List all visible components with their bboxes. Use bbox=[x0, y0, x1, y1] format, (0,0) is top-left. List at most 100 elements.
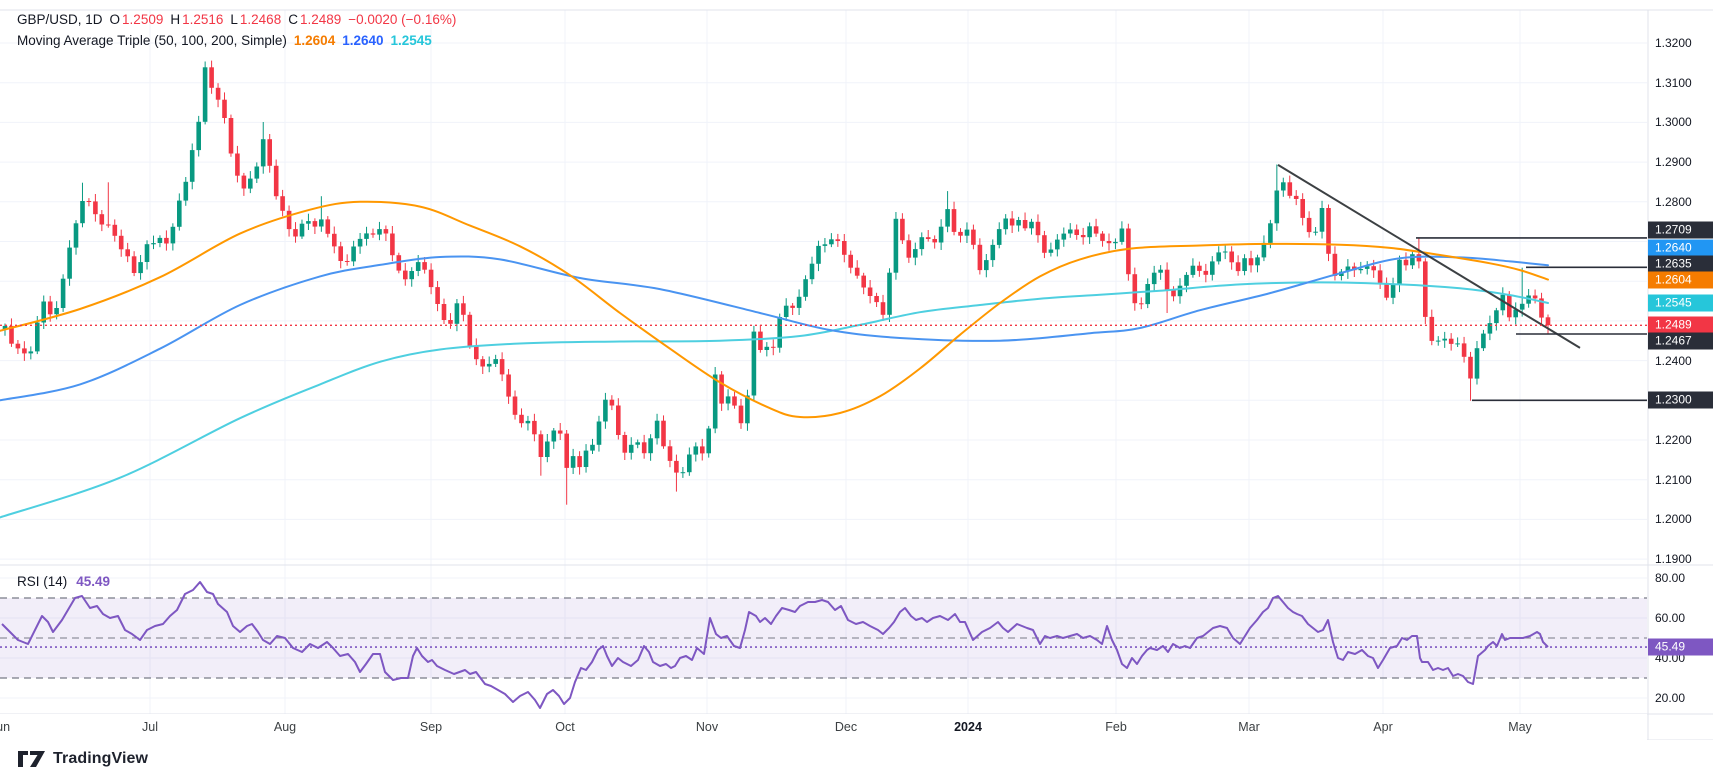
rsi-tick-label: 20.00 bbox=[1655, 691, 1686, 705]
candle-up bbox=[151, 243, 156, 245]
candle-up bbox=[1435, 340, 1441, 342]
candle-up bbox=[964, 229, 970, 236]
candle-up bbox=[202, 67, 208, 122]
month-label: 2024 bbox=[954, 720, 982, 734]
symbol-legend-row[interactable]: GBP/USD, 1D O 1.2509 H 1.2516 L 1.2468 C 1.2… bbox=[17, 12, 456, 33]
candle-up bbox=[35, 322, 40, 352]
rsi-legend-row[interactable]: RSI (14) 45.49 bbox=[17, 574, 110, 589]
candle-up bbox=[54, 308, 59, 315]
candle-down bbox=[1080, 235, 1086, 238]
candle-down bbox=[1545, 317, 1551, 326]
candle-up bbox=[1442, 338, 1447, 341]
ohlc-close: C 1.2489 bbox=[288, 12, 342, 27]
candle-down bbox=[564, 433, 569, 468]
candle-down bbox=[22, 348, 27, 354]
candle-down bbox=[1235, 262, 1241, 272]
candle-down bbox=[1248, 258, 1254, 266]
candle-up bbox=[680, 472, 686, 474]
candle-down bbox=[403, 270, 408, 280]
month-label: Feb bbox=[1105, 720, 1127, 734]
price-axis[interactable]: 1.3200 1.3100 1.3000 1.2900 1.2800 1.2400 1.22… bbox=[1648, 0, 1713, 740]
candle-up bbox=[628, 444, 634, 453]
tradingview-logo-icon[interactable] bbox=[17, 750, 46, 768]
price-tick-label: 1.1900 bbox=[1655, 552, 1692, 566]
candle-up bbox=[364, 233, 369, 239]
candle-down bbox=[732, 396, 737, 406]
month-label: Nov bbox=[695, 720, 719, 734]
candle-down bbox=[835, 239, 841, 241]
candle-up bbox=[60, 278, 66, 308]
candle-up bbox=[351, 246, 356, 262]
candle-up bbox=[254, 166, 260, 179]
candle-down bbox=[222, 99, 227, 118]
candle-down bbox=[106, 224, 111, 226]
candle-down bbox=[674, 460, 679, 473]
candle-up bbox=[525, 420, 531, 424]
candle-down bbox=[474, 345, 479, 360]
price-label-badge: 1.2635 bbox=[1648, 255, 1713, 273]
candle-up bbox=[357, 238, 363, 247]
candle-down bbox=[719, 374, 724, 404]
candle-down bbox=[1532, 295, 1538, 299]
candle-down bbox=[1132, 274, 1138, 304]
candle-down bbox=[641, 442, 647, 454]
candle-up bbox=[1158, 269, 1163, 273]
candle-down bbox=[338, 246, 343, 261]
candle-down bbox=[1377, 270, 1383, 283]
candle-up bbox=[454, 303, 460, 324]
candle-up bbox=[764, 346, 770, 350]
chart-canvas[interactable] bbox=[0, 0, 1713, 777]
candle-up bbox=[299, 223, 305, 237]
candle-up bbox=[1274, 190, 1280, 224]
candle-down bbox=[1126, 228, 1131, 275]
candle-down bbox=[164, 237, 169, 244]
candle-down bbox=[1287, 182, 1293, 196]
candle-down bbox=[131, 256, 137, 273]
candle-up bbox=[725, 396, 731, 404]
month-label: Jun bbox=[0, 720, 11, 734]
candle-down bbox=[1468, 356, 1473, 379]
sma-100-line bbox=[0, 255, 1549, 402]
candle-up bbox=[1390, 284, 1396, 298]
ohlc-high: H 1.2516 bbox=[170, 12, 224, 27]
rsi-tick-label: 80.00 bbox=[1655, 571, 1686, 585]
candle-down bbox=[215, 87, 221, 100]
candle-up bbox=[486, 363, 492, 367]
candle-up bbox=[1222, 251, 1228, 253]
month-label: Dec bbox=[834, 720, 858, 734]
candle-down bbox=[1384, 282, 1389, 298]
candle-down bbox=[557, 430, 563, 434]
candle-up bbox=[783, 305, 789, 317]
price-tick-label: 1.2000 bbox=[1655, 512, 1692, 526]
candle-down bbox=[312, 221, 318, 227]
candle-up bbox=[1255, 257, 1260, 266]
candle-down bbox=[1100, 233, 1105, 241]
candle-up bbox=[551, 430, 557, 442]
candle-down bbox=[1022, 220, 1028, 229]
candle-up bbox=[1319, 208, 1325, 232]
candle-down bbox=[1197, 265, 1202, 271]
ma-legend-row[interactable]: Moving Average Triple (50, 100, 200, Sim… bbox=[17, 33, 456, 54]
candle-down bbox=[422, 262, 427, 270]
candle-down bbox=[738, 405, 744, 424]
candle-down bbox=[209, 67, 214, 88]
rsi-indicator-title: RSI (14) bbox=[17, 574, 68, 589]
candle-up bbox=[377, 229, 382, 235]
candle-down bbox=[344, 261, 350, 262]
candle-up bbox=[493, 359, 498, 364]
candle-down bbox=[906, 240, 912, 258]
candle-up bbox=[1068, 229, 1073, 234]
candle-up bbox=[712, 374, 718, 429]
candle-up bbox=[157, 237, 163, 243]
candle-up bbox=[319, 219, 324, 227]
candle-up bbox=[919, 237, 925, 250]
candle-down bbox=[861, 275, 866, 288]
candle-down bbox=[609, 399, 615, 406]
ohlc-low: L 1.2468 bbox=[230, 12, 282, 27]
candle-down bbox=[1461, 343, 1467, 357]
candle-up bbox=[67, 247, 72, 279]
tradingview-brand-text[interactable]: TradingView bbox=[53, 750, 148, 768]
time-axis[interactable]: Jun Jul Aug Sep Oct Nov Dec 2024 Feb Mar Apr May bbox=[0, 714, 1647, 740]
candle-down bbox=[1429, 316, 1435, 341]
candle-up bbox=[913, 249, 918, 258]
